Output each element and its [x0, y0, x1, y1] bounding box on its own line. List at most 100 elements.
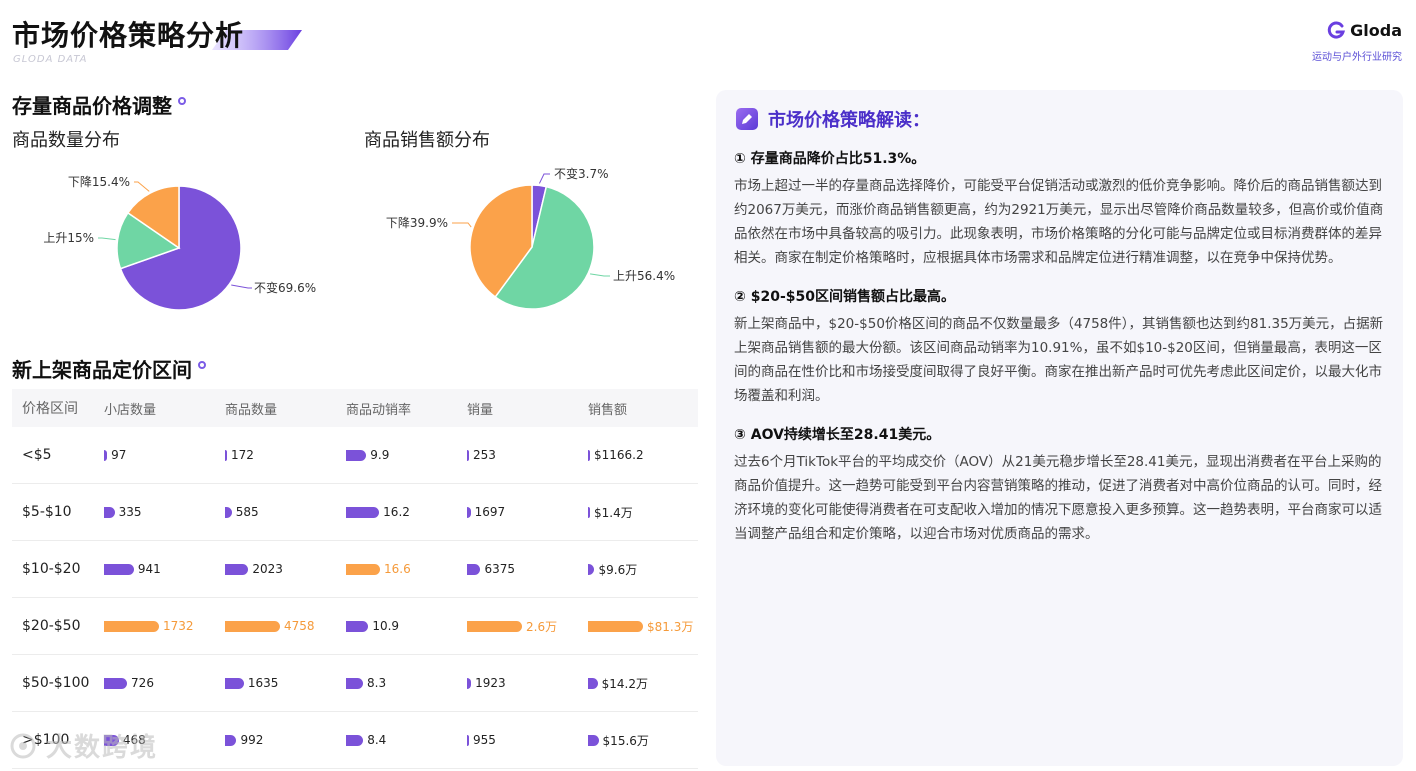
metric-bar — [104, 677, 128, 689]
brand-tagline: 运动与户外行业研究 — [1312, 52, 1402, 63]
metric-cell: $1166.2 — [576, 448, 697, 462]
table-header: 价格区间 小店数量 商品数量 商品动销率 销量 销售额 — [12, 389, 698, 427]
metric-bar — [467, 620, 522, 632]
metric-bar — [225, 620, 280, 632]
table-column-header: 商品数量 — [225, 402, 278, 418]
metric-cell: 9.9 — [334, 448, 455, 462]
insight-point-title: ② $20-$50区间销售额占比最高。 — [734, 289, 955, 305]
metric-value: 1635 — [247, 676, 279, 690]
metric-cell: 1923 — [455, 676, 576, 690]
watermark-text: 大数跨境 — [46, 733, 159, 763]
pie-leader-line — [538, 173, 550, 184]
pie-slice-label: 不变69.6% — [254, 280, 316, 295]
metric-bar — [346, 563, 380, 575]
table-row: $50-$100 726 1635 8.3 1923 $14.2万 — [12, 655, 698, 712]
pie-title-revenue: 商品销售额分布 — [364, 130, 490, 151]
price-range-cell: $10-$20 — [22, 561, 81, 577]
insight-point-body: 市场上超过一半的存量商品选择降价，可能受平台促销活动或激烈的低价竞争影响。降价后… — [734, 178, 1384, 266]
section-title-text: 存量商品价格调整 — [12, 94, 172, 118]
metric-value: 1697 — [474, 505, 506, 519]
metric-bar — [225, 449, 227, 461]
metric-bar — [588, 563, 595, 575]
metric-value: 1923 — [475, 676, 506, 690]
metric-bar — [346, 506, 380, 518]
insight-point-body: 新上架商品中，$20-$50价格区间的商品不仅数量最多（4758件），其销售额也… — [734, 316, 1384, 404]
metric-cell: 726 — [92, 676, 213, 690]
metric-value: $15.6万 — [602, 733, 649, 748]
metric-bar — [225, 563, 249, 575]
metric-cell: 172 — [213, 448, 334, 462]
metric-value: 585 — [235, 505, 259, 519]
price-range-cell: $5-$10 — [22, 504, 72, 520]
section-title-new-pricing: 新上架商品定价区间 — [12, 354, 206, 383]
metric-cell: 4758 — [213, 619, 334, 633]
metric-value: 2023 — [252, 562, 283, 576]
metric-cell: 8.4 — [334, 733, 455, 747]
table-column-header: 小店数量 — [104, 402, 157, 418]
metric-cell: 8.3 — [334, 676, 455, 690]
metric-cell: 6375 — [455, 562, 576, 576]
metric-bar — [467, 506, 471, 518]
brand: Gloda 运动与户外行业研究 — [1312, 20, 1402, 64]
metric-bar — [104, 620, 159, 632]
metric-bar — [225, 677, 244, 689]
metric-cell: $15.6万 — [576, 732, 697, 749]
price-range-cell: $50-$100 — [22, 675, 90, 691]
metric-bar — [467, 677, 472, 689]
brand-name: Gloda — [1350, 20, 1402, 40]
table-row: $10-$20 941 2023 16.6 6375 $9.6万 — [12, 541, 698, 598]
panel-title: 市场价格策略解读： — [768, 110, 930, 131]
insight-panel: 市场价格策略解读： ① 存量商品降价占比51.3%。 市场上超过一半的存量商品选… — [716, 90, 1403, 766]
metric-bar — [225, 734, 237, 746]
metric-value: 9.9 — [370, 448, 390, 462]
metric-value: 941 — [137, 562, 161, 576]
metric-cell: $1.4万 — [576, 504, 697, 521]
metric-cell: $14.2万 — [576, 675, 697, 692]
table-body: <$5 97 172 9.9 253 $1166.2 $5-$10 335 585 16.2 169… — [12, 427, 698, 769]
metric-bar — [346, 677, 363, 689]
table-column-header: 商品动销率 — [346, 402, 412, 418]
metric-value: 335 — [118, 505, 142, 519]
metric-cell: 941 — [92, 562, 213, 576]
pricing-table: 价格区间 小店数量 商品数量 商品动销率 销量 销售额 <$5 97 172 9.9 253 $11… — [12, 389, 698, 769]
metric-cell: 2023 — [213, 562, 334, 576]
section-title-stock-price: 存量商品价格调整 — [12, 90, 186, 119]
metric-value: 8.4 — [367, 733, 387, 747]
metric-bar — [467, 449, 469, 461]
section-dot-icon — [178, 96, 186, 105]
metric-bar — [346, 734, 364, 746]
section-dot-icon — [198, 360, 206, 369]
pie-slice-label: 上升56.4% — [613, 269, 675, 283]
metric-cell: 1697 — [455, 505, 576, 519]
gloda-logo-icon — [1327, 21, 1346, 39]
metric-cell: 2.6万 — [455, 618, 576, 635]
metric-cell: 335 — [92, 505, 213, 519]
metric-cell: 97 — [92, 448, 213, 462]
metric-bar — [588, 620, 643, 632]
metric-cell: 1732 — [92, 619, 213, 633]
insight-point-body: 过去6个月TikTok平台的平均成交价（AOV）从21美元稳步增长至28.41美… — [734, 454, 1382, 542]
metric-cell: 253 — [455, 448, 576, 462]
metric-value: 4758 — [284, 619, 315, 633]
metric-bar — [104, 506, 115, 518]
metric-value: 16.2 — [383, 505, 410, 519]
metric-value: $9.6万 — [598, 562, 638, 577]
metric-cell: 16.2 — [334, 505, 455, 519]
table-column-header: 价格区间 — [22, 401, 78, 417]
metric-value: 1732 — [163, 619, 194, 633]
panel-header: 市场价格策略解读： — [736, 106, 1385, 132]
pie-slice-label: 下降39.9% — [386, 216, 448, 230]
insight-point: ③ AOV持续增长至28.41美元。 过去6个月TikTok平台的平均成交价（A… — [734, 424, 1385, 546]
insight-point: ② $20-$50区间销售额占比最高。 新上架商品中，$20-$50价格区间的商… — [734, 286, 1385, 408]
metric-cell: 16.6 — [334, 562, 455, 576]
metric-value: $1.4万 — [594, 505, 633, 520]
metric-cell: 955 — [455, 733, 576, 747]
metric-bar — [588, 677, 598, 689]
metric-value: 16.6 — [384, 562, 411, 576]
metric-value: 8.3 — [367, 676, 387, 690]
pie-leader-line — [134, 181, 150, 192]
pie-leader-line — [231, 284, 252, 289]
metric-value: 6375 — [484, 562, 516, 576]
table-column-header: 销售额 — [588, 402, 628, 418]
price-range-cell: $20-$50 — [22, 618, 81, 634]
